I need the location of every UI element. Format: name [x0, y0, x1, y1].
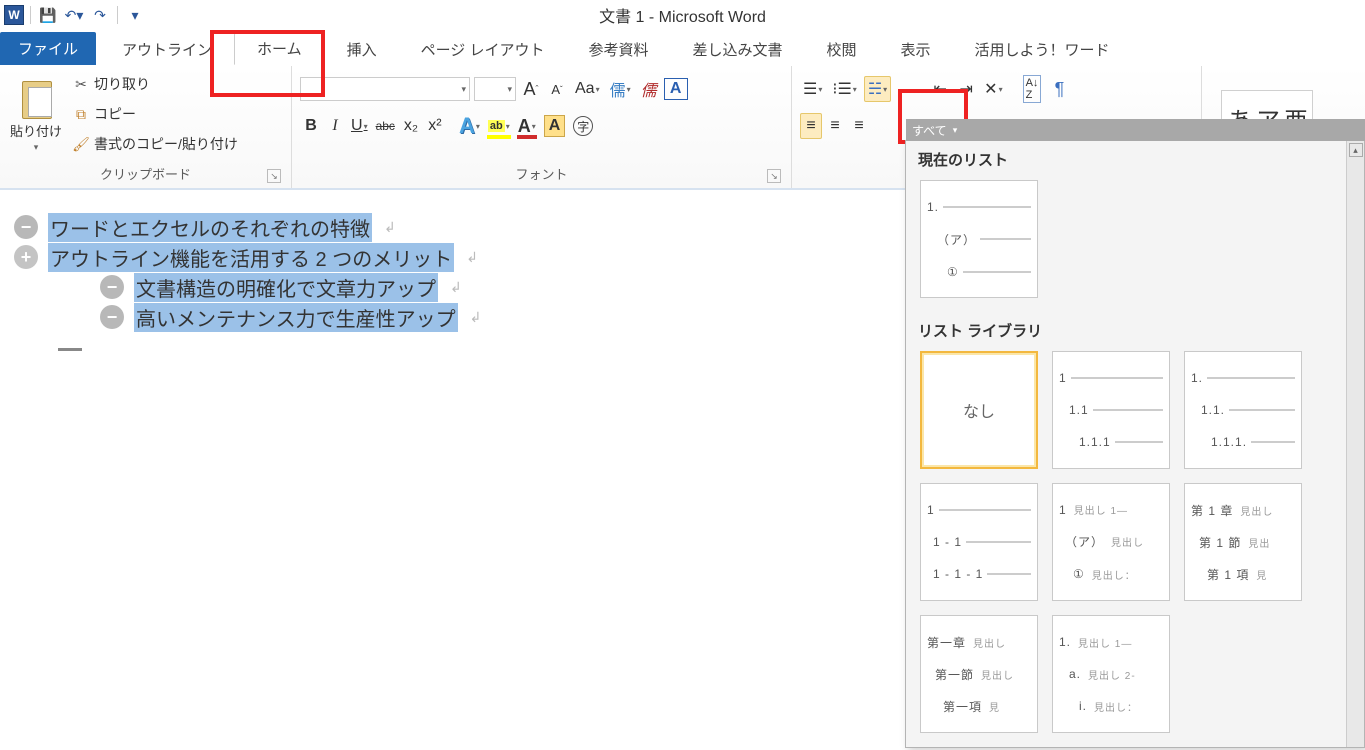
gallery-item[interactable]: 第 1 章見出し 第 1 節見出 第 1 項見 — [1184, 483, 1302, 601]
outline-text: 文書構造の明確化で文章力アップ — [134, 273, 438, 302]
text-effects-button[interactable]: A — [456, 113, 483, 139]
font-launcher[interactable]: ↘ — [767, 169, 781, 183]
asian-layout-button[interactable]: ✕ — [981, 76, 1005, 102]
char-shading-button[interactable]: A — [541, 113, 569, 139]
tab-review[interactable]: 校閲 — [805, 34, 879, 65]
cut-button[interactable]: ✂ 切り取り — [68, 70, 242, 98]
strikethrough-button[interactable]: abc — [373, 113, 398, 139]
tab-addins[interactable]: 活用しよう！ワード — [953, 34, 1132, 65]
clipboard-group-label: クリップボード ↘ — [8, 162, 283, 186]
collapse-icon[interactable]: − — [14, 215, 38, 239]
show-marks-button[interactable]: ¶ — [1048, 76, 1070, 102]
group-clipboard: 貼り付け ▾ ✂ 切り取り ⧉ コピー 🖌 書式のコピー/貼り付け クリップボー — [0, 66, 292, 188]
group-font: Aˆ Aˇ Aa 儒 儒 A B I U abc x₂ x² A ab — [292, 66, 792, 188]
outline-text: ワードとエクセルのそれぞれの特徴 — [48, 213, 372, 242]
gallery-item[interactable]: 1見出し 1— （ア）見出し ①見出し： — [1052, 483, 1170, 601]
separator — [117, 6, 118, 24]
increase-indent-button[interactable]: ⇥ — [955, 76, 977, 102]
bold-button[interactable]: B — [300, 113, 322, 139]
copy-icon: ⧉ — [72, 105, 90, 123]
outline-text: アウトライン機能を活用する 2 つのメリット — [48, 243, 454, 272]
numbering-button[interactable]: ⁝☰ — [829, 76, 859, 102]
gallery-item[interactable]: 1.見出し 1— a.見出し 2- i.見出し： — [1052, 615, 1170, 733]
document-title: 文書 1 - Microsoft Word — [599, 3, 766, 27]
multilevel-list-button[interactable]: ☵ — [864, 76, 891, 102]
multilevel-list-gallery: すべて ▴ 現在のリスト 1. （ア） ① リスト ライブラリ なし 1 1.1… — [905, 140, 1365, 748]
title-bar: W 💾 ↶▾ ↷ ▾ 文書 1 - Microsoft Word — [0, 0, 1365, 30]
qat-customize-button[interactable]: ▾ — [124, 4, 146, 26]
tab-file[interactable]: ファイル — [0, 32, 96, 65]
copy-button[interactable]: ⧉ コピー — [68, 100, 242, 128]
word-app-icon: W — [4, 5, 24, 25]
gallery-current-item[interactable]: 1. （ア） ① — [920, 180, 1038, 298]
redo-button[interactable]: ↷ — [89, 4, 111, 26]
gallery-item-none[interactable]: なし — [920, 351, 1038, 469]
gallery-item[interactable]: 1 1.1 1.1.1 — [1052, 351, 1170, 469]
gallery-scrollbar[interactable]: ▴ — [1346, 141, 1364, 747]
gallery-section-library: リスト ライブラリ — [906, 312, 1364, 345]
phonetic-guide-button[interactable]: 儒 — [607, 76, 634, 102]
shrink-font-button[interactable]: Aˇ — [546, 76, 568, 102]
tab-outline[interactable]: アウトライン — [100, 34, 234, 65]
tab-references[interactable]: 参考資料 — [566, 34, 670, 65]
enclose-chars-button[interactable]: 字 — [570, 113, 596, 139]
highlight-button[interactable]: ab — [485, 113, 513, 139]
paste-button[interactable]: 貼り付け ▾ — [8, 70, 64, 158]
char-border-button[interactable]: A — [664, 78, 688, 100]
undo-button[interactable]: ↶▾ — [63, 4, 85, 26]
paste-label: 貼り付け — [10, 121, 62, 140]
tab-view[interactable]: 表示 — [879, 34, 953, 65]
font-color-button[interactable]: A — [515, 113, 539, 139]
align-left-button[interactable]: ≡ — [800, 113, 822, 139]
gallery-filter-bar[interactable]: すべて — [906, 119, 1365, 141]
expand-icon[interactable]: + — [14, 245, 38, 269]
gallery-section-current: 現在のリスト — [906, 141, 1364, 174]
gallery-item[interactable]: 第一章見出し 第一節見出し 第一項見 — [920, 615, 1038, 733]
tab-mailings[interactable]: 差し込み文書 — [671, 34, 805, 65]
font-group-label: フォント ↘ — [300, 162, 783, 186]
decrease-indent-button[interactable]: ⇤ — [929, 76, 951, 102]
tab-home[interactable]: ホーム — [234, 32, 325, 65]
bullets-button[interactable]: ☰ — [800, 76, 825, 102]
save-button[interactable]: 💾 — [37, 4, 59, 26]
clear-formatting-button[interactable]: 儒 — [638, 76, 660, 102]
text-cursor — [58, 348, 82, 351]
format-painter-button[interactable]: 🖌 書式のコピー/貼り付け — [68, 130, 242, 158]
align-center-button[interactable]: ≡ — [824, 113, 846, 139]
format-painter-label: 書式のコピー/貼り付け — [94, 134, 238, 154]
collapse-icon[interactable]: − — [100, 305, 124, 329]
gallery-item[interactable]: 1 1 - 1 1 - 1 - 1 — [920, 483, 1038, 601]
paste-icon — [18, 75, 54, 119]
separator — [30, 6, 31, 24]
ribbon-tabs: ファイル アウトライン ホーム 挿入 ページ レイアウト 参考資料 差し込み文書… — [0, 30, 1365, 66]
underline-button[interactable]: U — [348, 113, 371, 139]
change-case-button[interactable]: Aa — [572, 76, 603, 102]
brush-icon: 🖌 — [72, 135, 90, 153]
subscript-button[interactable]: x₂ — [400, 113, 422, 139]
gallery-item[interactable]: 1. 1.1. 1.1.1. — [1184, 351, 1302, 469]
outline-text: 高いメンテナンス力で生産性アップ — [134, 303, 458, 332]
grow-font-button[interactable]: Aˆ — [520, 76, 542, 102]
scissors-icon: ✂ — [72, 75, 90, 93]
collapse-icon[interactable]: − — [100, 275, 124, 299]
align-right-button[interactable]: ≡ — [848, 113, 870, 139]
clipboard-launcher[interactable]: ↘ — [267, 169, 281, 183]
copy-label: コピー — [94, 104, 136, 124]
sort-button[interactable]: A↓Z — [1020, 76, 1045, 102]
font-size-combo[interactable] — [474, 77, 516, 101]
tab-page-layout[interactable]: ページ レイアウト — [399, 34, 567, 65]
superscript-button[interactable]: x² — [424, 113, 446, 139]
scroll-up-button[interactable]: ▴ — [1349, 143, 1363, 157]
tab-insert[interactable]: 挿入 — [325, 34, 399, 65]
cut-label: 切り取り — [94, 74, 150, 94]
font-name-combo[interactable] — [300, 77, 470, 101]
quick-access-toolbar: W 💾 ↶▾ ↷ ▾ — [4, 4, 146, 26]
italic-button[interactable]: I — [324, 113, 346, 139]
